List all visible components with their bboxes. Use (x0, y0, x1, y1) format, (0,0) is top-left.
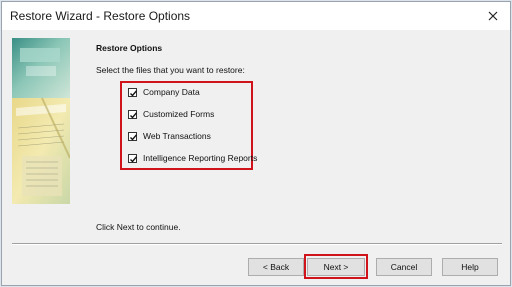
checkbox-customized-forms[interactable] (128, 109, 138, 119)
option-web-transactions[interactable]: Web Transactions (128, 130, 211, 142)
checkbox-intelligence-reporting[interactable] (128, 153, 138, 163)
close-icon[interactable] (482, 5, 504, 27)
checkbox-company-data[interactable] (128, 87, 138, 97)
checkbox-web-transactions[interactable] (128, 131, 138, 141)
option-intelligence-reporting[interactable]: Intelligence Reporting Reports (128, 152, 257, 164)
instruction-text: Select the files that you want to restor… (96, 65, 245, 75)
option-company-data[interactable]: Company Data (128, 86, 200, 98)
option-label: Web Transactions (143, 131, 211, 141)
restore-options-group: Company Data Customized Forms Web Transa… (120, 81, 257, 170)
divider-highlight (12, 244, 502, 245)
next-button[interactable]: Next > (307, 258, 365, 276)
window-title: Restore Wizard - Restore Options (10, 9, 191, 23)
continue-hint: Click Next to continue. (96, 222, 181, 232)
option-customized-forms[interactable]: Customized Forms (128, 108, 214, 120)
wizard-banner-image (12, 38, 70, 204)
help-button[interactable]: Help (442, 258, 498, 276)
page-heading: Restore Options (96, 43, 163, 53)
title-bar: Restore Wizard - Restore Options (2, 2, 510, 30)
restore-wizard-dialog: Restore Wizard - Restore Options Restore… (1, 1, 511, 286)
option-label: Customized Forms (143, 109, 215, 119)
back-button[interactable]: < Back (248, 258, 304, 276)
option-label: Company Data (143, 87, 200, 97)
option-label: Intelligence Reporting Reports (143, 153, 258, 163)
cancel-button[interactable]: Cancel (376, 258, 432, 276)
